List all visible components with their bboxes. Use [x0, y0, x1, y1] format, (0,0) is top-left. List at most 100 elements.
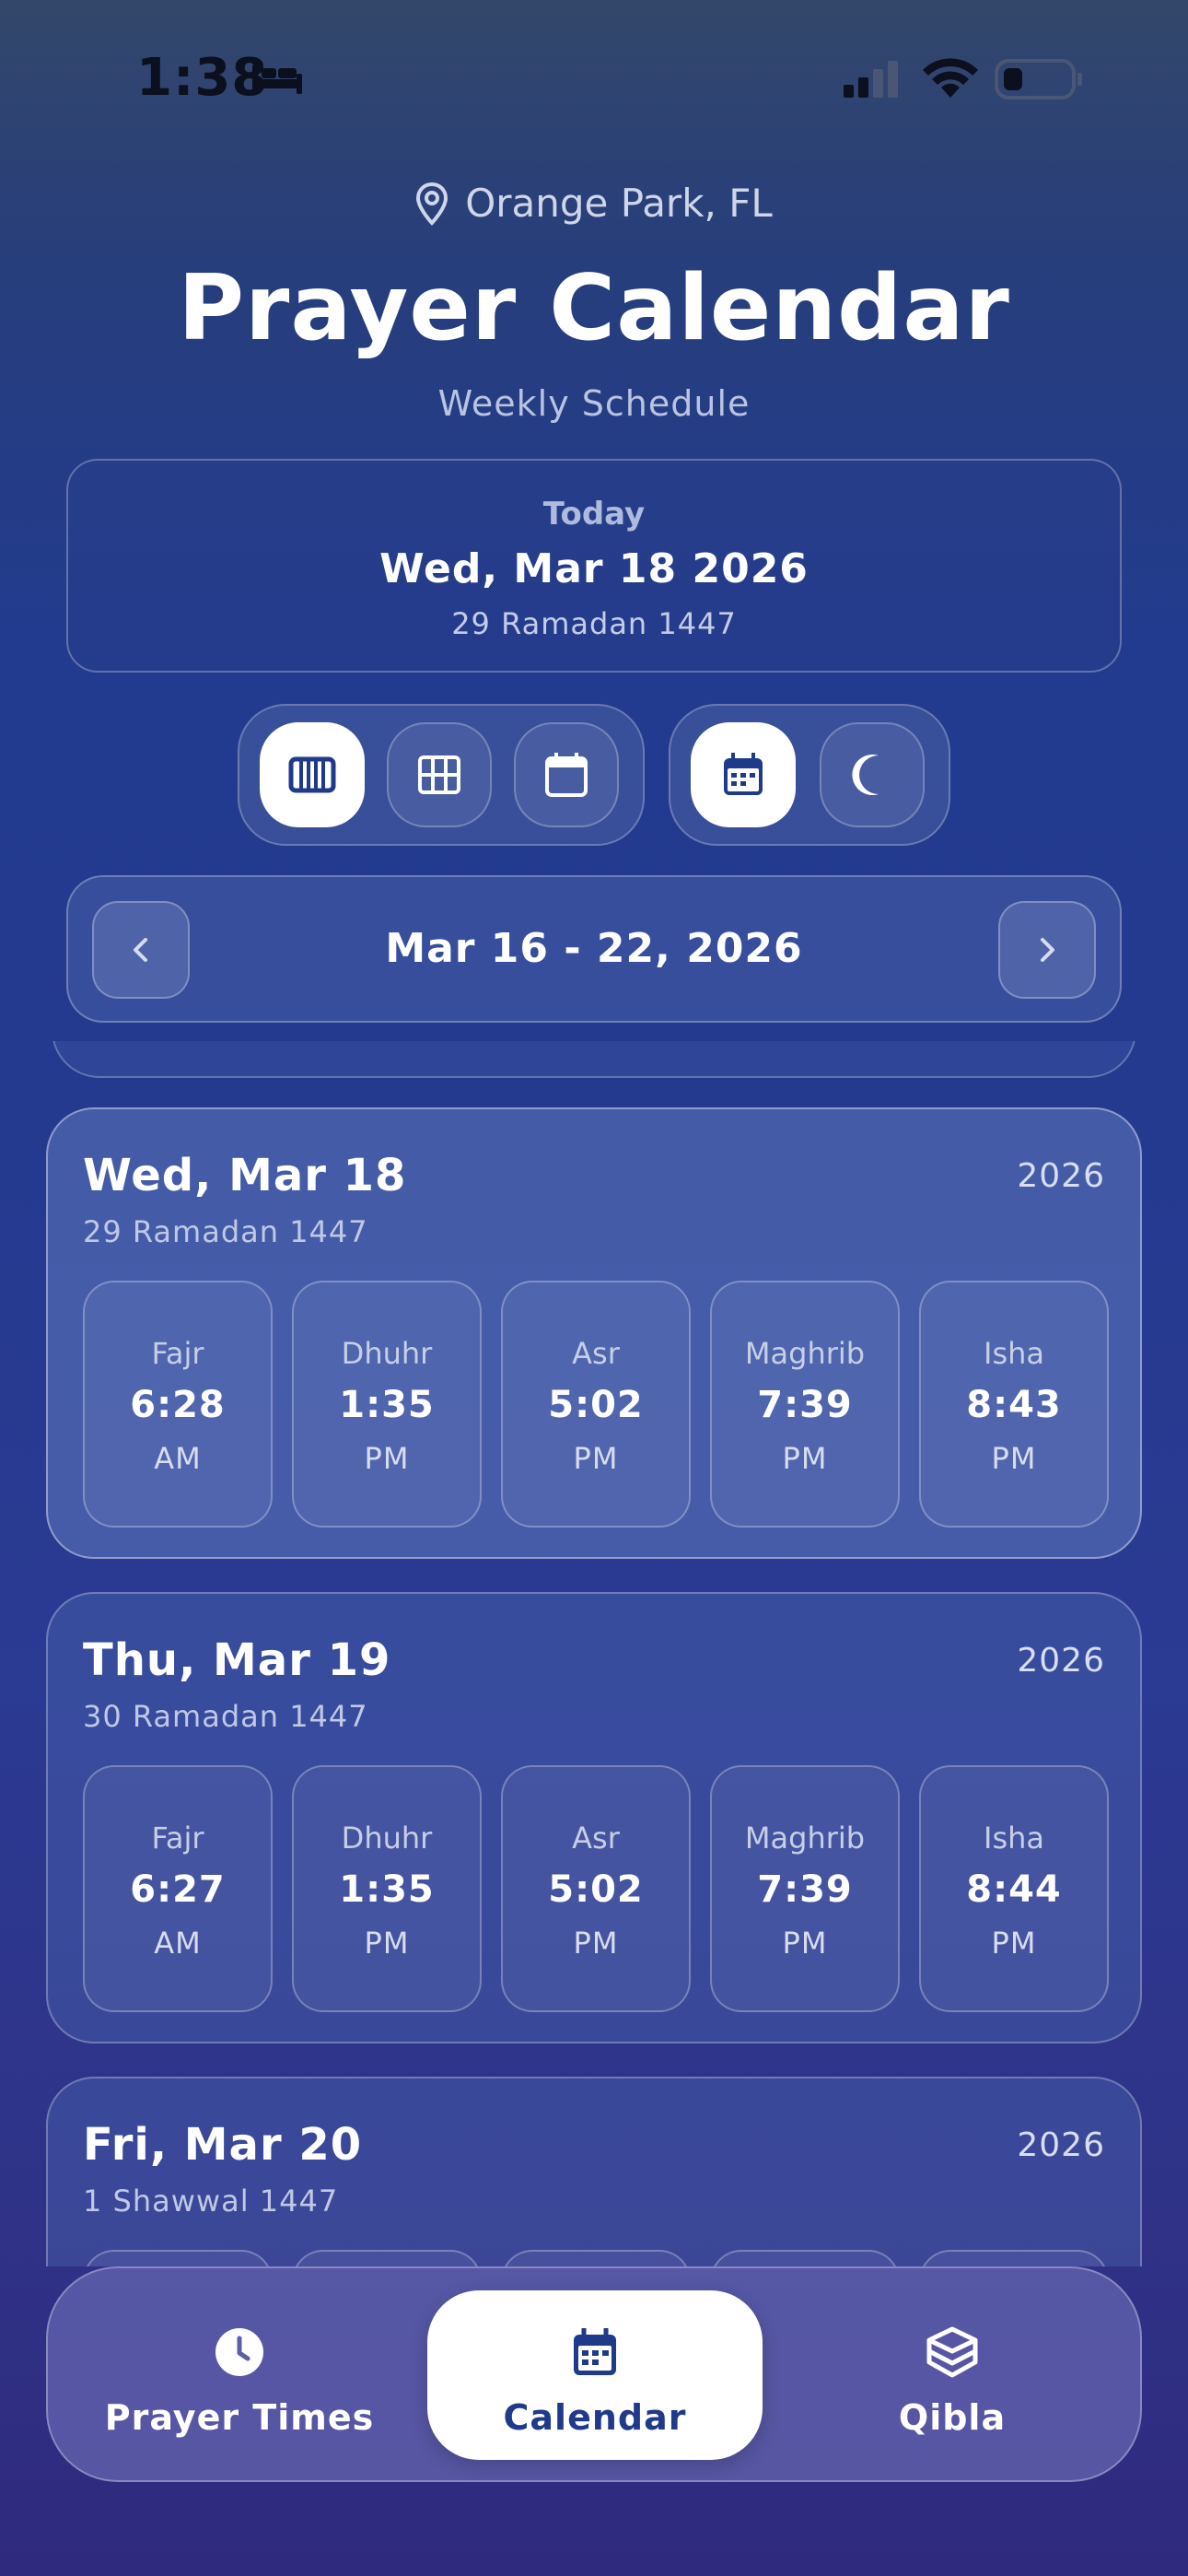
day-year: 2026: [1017, 1157, 1105, 1195]
hijri-calendar-button[interactable]: [820, 722, 925, 827]
prayer-name: Isha: [984, 1821, 1044, 1856]
grid-icon: [418, 755, 460, 794]
calendar-icon: [574, 2328, 616, 2375]
prayer-row: Fajr 6:27 AM Dhuhr 1:35 PM Asr 5:02 PM M…: [83, 1765, 1109, 2012]
prayer-cell-maghrib: Maghrib 7:39 PM: [710, 1281, 900, 1528]
tab-label: Qibla: [898, 2397, 1007, 2438]
gregorian-calendar-button[interactable]: [691, 722, 796, 827]
location-label: Orange Park, FL: [0, 181, 1188, 226]
prayer-cell: [292, 2250, 482, 2266]
prayer-time: 8:43: [966, 1384, 1062, 1426]
day-hijri-date: 30 Ramadan 1447: [83, 1699, 368, 1734]
week-view-button[interactable]: [260, 722, 365, 827]
status-bar: 1:38: [0, 0, 1188, 157]
prayer-cell-fajr: Fajr 6:28 AM: [83, 1281, 273, 1528]
week-range-label: Mar 16 - 22, 2026: [385, 925, 803, 972]
prayer-name: Fajr: [151, 1821, 204, 1856]
today-label: Today: [542, 496, 646, 533]
prayer-cell: [919, 2250, 1109, 2266]
battery-icon: [995, 59, 1082, 100]
today-card: Today Wed, Mar 18 2026 29 Ramadan 1447: [66, 459, 1122, 673]
grid-view-button[interactable]: [387, 722, 492, 827]
tab-calendar[interactable]: Calendar: [427, 2290, 763, 2460]
wifi-icon: [923, 58, 978, 98]
week-columns-icon: [288, 756, 336, 793]
clock-icon: [215, 2328, 263, 2376]
day-hijri-date: 1 Shawwal 1447: [83, 2184, 339, 2219]
today-hijri-date: 29 Ramadan 1447: [451, 606, 737, 641]
view-mode-toggle: [238, 704, 645, 846]
day-year: 2026: [1017, 2126, 1105, 2164]
prayer-period: PM: [782, 1441, 828, 1476]
prayer-time: 5:02: [548, 1384, 644, 1426]
week-navigator: Mar 16 - 22, 2026: [66, 875, 1122, 1023]
prayer-name: Dhuhr: [341, 1821, 433, 1856]
day-year: 2026: [1017, 1642, 1105, 1680]
day-card: Thu, Mar 19 2026 30 Ramadan 1447 Fajr 6:…: [46, 1592, 1142, 2043]
day-title: Thu, Mar 19: [83, 1634, 391, 1686]
prayer-cell-dhuhr: Dhuhr 1:35 PM: [292, 1765, 482, 2012]
prayer-cell-isha: Isha 8:43 PM: [919, 1281, 1109, 1528]
prayer-time: 6:27: [130, 1868, 226, 1911]
crescent-moon-icon: [852, 755, 879, 795]
prayer-period: PM: [782, 1926, 828, 1961]
location-pin-icon: [416, 181, 448, 226]
prayer-name: Maghrib: [744, 1336, 866, 1371]
page-title: Prayer Calendar: [178, 256, 1010, 361]
prayer-period: AM: [154, 1441, 202, 1476]
prayer-cell-maghrib: Maghrib 7:39 PM: [710, 1765, 900, 2012]
bottom-tab-bar: Prayer Times Calendar Qibla: [46, 2266, 1142, 2482]
prayer-name: Maghrib: [744, 1821, 866, 1856]
cellular-signal-icon: [844, 61, 898, 98]
day-title: Fri, Mar 20: [83, 2119, 363, 2171]
prayer-time: 6:28: [130, 1384, 226, 1426]
prayer-period: AM: [154, 1926, 202, 1961]
day-card: Wed, Mar 18 2026 29 Ramadan 1447 Fajr 6:…: [46, 1107, 1142, 1559]
prayer-period: PM: [364, 1926, 410, 1961]
tab-qibla[interactable]: Qibla: [785, 2290, 1120, 2460]
prayer-time: 5:02: [548, 1868, 644, 1911]
prayer-time: 7:39: [757, 1868, 853, 1911]
prayer-time: 7:39: [757, 1384, 853, 1426]
gregorian-calendar-icon: [724, 753, 763, 795]
bed-icon: [252, 64, 302, 94]
prayer-cell-dhuhr: Dhuhr 1:35 PM: [292, 1281, 482, 1528]
chevron-right-icon: [1041, 938, 1054, 962]
prayer-period: PM: [991, 1926, 1037, 1961]
prayer-name: Asr: [572, 1821, 620, 1856]
prayer-period: PM: [991, 1441, 1037, 1476]
prayer-name: Dhuhr: [341, 1336, 433, 1371]
prayer-time: 1:35: [339, 1868, 435, 1911]
calendar-type-toggle: [669, 704, 950, 846]
day-title: Wed, Mar 18: [83, 1150, 407, 1201]
prayer-name: Asr: [572, 1336, 620, 1371]
next-week-button[interactable]: [998, 901, 1096, 999]
month-calendar-icon: [545, 753, 588, 797]
prayer-period: PM: [573, 1441, 619, 1476]
prayer-cell-asr: Asr 5:02 PM: [501, 1765, 691, 2012]
prayer-cell: [710, 2250, 900, 2266]
prayer-time: 1:35: [339, 1384, 435, 1426]
prayer-cell: [83, 2250, 273, 2266]
prayer-row: Fajr 6:28 AM Dhuhr 1:35 PM Asr 5:02 PM M…: [83, 1281, 1109, 1528]
prayer-cell-fajr: Fajr 6:27 AM: [83, 1765, 273, 2012]
prayer-row: [83, 2250, 1109, 2266]
previous-day-card-edge: [52, 1041, 1136, 1078]
prayer-name: Isha: [984, 1336, 1044, 1371]
prayer-period: PM: [364, 1441, 410, 1476]
tab-prayer-times[interactable]: Prayer Times: [72, 2290, 407, 2460]
prayer-cell-isha: Isha 8:44 PM: [919, 1765, 1109, 2012]
status-time: 1:38: [136, 48, 269, 108]
month-view-button[interactable]: [514, 722, 619, 827]
prayer-cell: [501, 2250, 691, 2266]
tab-label: Calendar: [503, 2397, 687, 2438]
tab-label: Prayer Times: [104, 2397, 375, 2438]
day-hijri-date: 29 Ramadan 1447: [83, 1214, 368, 1249]
page-subtitle: Weekly Schedule: [437, 383, 751, 424]
prayer-period: PM: [573, 1926, 619, 1961]
day-card: Fri, Mar 20 2026 1 Shawwal 1447: [46, 2077, 1142, 2266]
day-list[interactable]: Wed, Mar 18 2026 29 Ramadan 1447 Fajr 6:…: [0, 1041, 1188, 2266]
kaaba-icon: [926, 2326, 978, 2378]
prayer-time: 8:44: [966, 1868, 1062, 1911]
location-text: Orange Park, FL: [465, 181, 773, 226]
